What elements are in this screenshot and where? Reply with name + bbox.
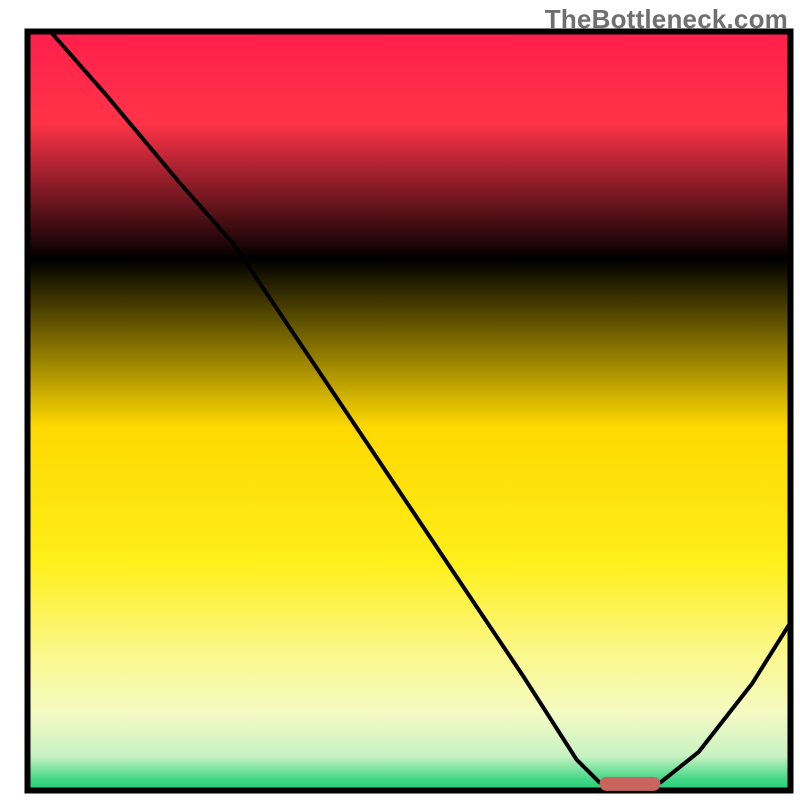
chart-stage: TheBottleneck.com [0, 0, 800, 800]
watermark-text: TheBottleneck.com [545, 4, 788, 35]
bottleneck-chart [0, 0, 800, 800]
gradient-background [28, 32, 790, 790]
highlight-marker [600, 777, 661, 791]
